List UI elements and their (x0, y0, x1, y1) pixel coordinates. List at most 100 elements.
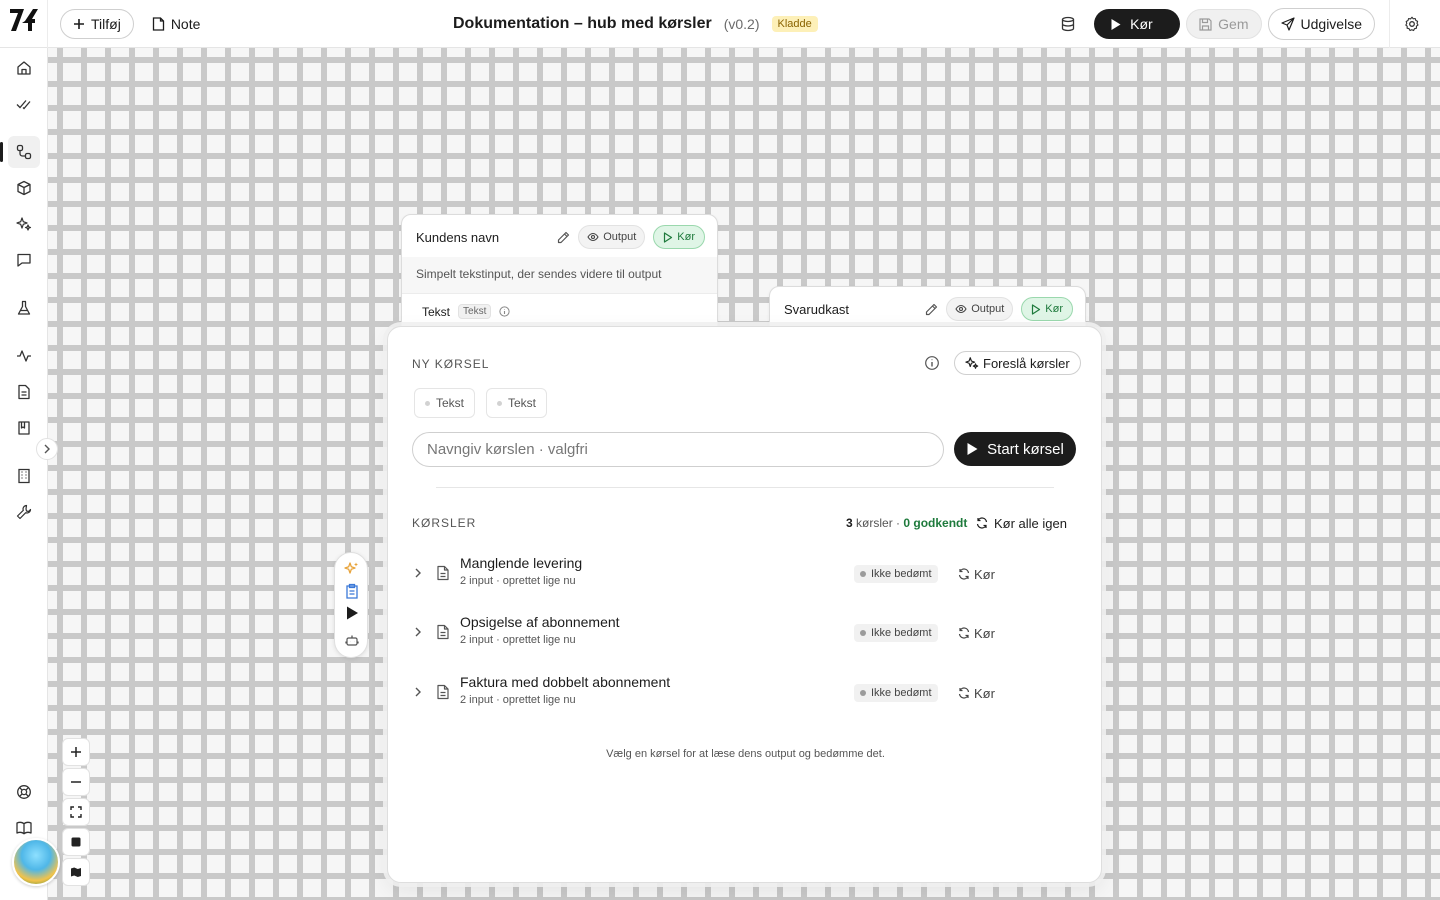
clipboard-icon (346, 583, 358, 599)
building-icon (18, 468, 30, 484)
check-double-icon (16, 100, 31, 110)
node-header: Svarudkast Output Kør (770, 287, 1085, 321)
input-chip-text[interactable]: Tekst (486, 388, 548, 418)
node-output-label: Output (603, 231, 637, 243)
note-button[interactable]: Note (144, 9, 209, 39)
zoom-in-button[interactable] (62, 738, 90, 766)
activity-icon (17, 350, 31, 362)
edit-node-button[interactable] (557, 231, 570, 244)
lock-view-button[interactable] (62, 828, 90, 856)
info-icon[interactable] (924, 355, 940, 371)
rerun-all-label: Kør alle igen (994, 515, 1067, 531)
square-icon (71, 837, 81, 847)
suggest-runs-button[interactable]: Foreslå kørsler (954, 351, 1081, 375)
sparkle-icon (344, 562, 358, 574)
node-header: Kundens navn Output Kør (402, 215, 717, 249)
ai-suggest-tool[interactable] (342, 559, 362, 579)
page-title[interactable]: Dokumentation – hub med kørsler (453, 15, 712, 33)
clipboard-tool[interactable] (342, 581, 362, 601)
sidebar-expand-button[interactable] (36, 438, 58, 460)
sidebar-item-home[interactable] (8, 52, 40, 84)
edit-node-button[interactable] (925, 303, 938, 316)
run-name-input[interactable] (412, 432, 944, 467)
chevron-right-icon[interactable] (414, 686, 422, 698)
lifebuoy-icon (17, 785, 31, 799)
node-run-button[interactable]: Kør (1021, 297, 1073, 321)
eye-icon (587, 232, 599, 242)
robot-tool[interactable] (342, 631, 362, 651)
approved-count: 0 godkendt (903, 516, 968, 530)
plus-icon (71, 747, 81, 757)
play-icon (1032, 303, 1041, 315)
sidebar-item-monitoring[interactable] (8, 340, 40, 372)
node-title: Kundens navn (416, 229, 500, 245)
zoom-out-button[interactable] (62, 768, 90, 796)
runs-summary: 3 kørsler · 0 godkendt (846, 516, 967, 530)
sidebar-item-experiments[interactable] (8, 292, 40, 324)
input-chip-label: Tekst (436, 396, 465, 410)
node-run-button[interactable]: Kør (653, 225, 705, 249)
run-button-label: Kør (1130, 16, 1153, 32)
node-title: Svarudkast (784, 301, 850, 317)
sidebar-item-chat[interactable] (8, 244, 40, 276)
avatar[interactable] (12, 838, 60, 886)
sidebar-item-ai[interactable] (8, 208, 40, 240)
play-icon (664, 231, 673, 243)
sidebar-item-packages[interactable] (8, 172, 40, 204)
sidebar-item-organization[interactable] (8, 460, 40, 492)
input-chip-text[interactable]: Tekst (414, 388, 476, 418)
settings-button[interactable] (1396, 8, 1428, 40)
list-item[interactable]: Manglende levering 2 input · oprettet li… (412, 551, 1078, 601)
chevron-right-icon[interactable] (414, 626, 422, 638)
status-dot (860, 690, 866, 696)
start-run-button[interactable]: Start kørsel (954, 432, 1076, 466)
run-title: Manglende levering (460, 555, 583, 571)
sidebar-item-tasks[interactable] (8, 88, 40, 120)
divider (436, 487, 1054, 488)
open-book-icon (16, 821, 32, 835)
sidebar-item-help[interactable] (8, 776, 40, 808)
runs-count: 3 (846, 516, 853, 530)
rerun-button[interactable]: Kør (958, 682, 995, 704)
node-toolbar (334, 552, 368, 658)
list-item[interactable]: Faktura med dobbelt abonnement 2 input ·… (412, 670, 1078, 720)
save-icon (1199, 17, 1212, 31)
new-run-heading: NY KØRSEL (412, 357, 490, 371)
list-item[interactable]: Opsigelse af abonnement 2 input · oprett… (412, 610, 1078, 660)
publish-button[interactable]: Udgivelse (1267, 8, 1375, 40)
rerun-all-button[interactable]: Kør alle igen (976, 511, 1067, 535)
node-output-button[interactable]: Output (578, 225, 646, 249)
info-icon[interactable] (499, 306, 510, 317)
node-output-button[interactable]: Output (946, 297, 1014, 321)
run-button[interactable]: Kør (1094, 9, 1181, 39)
rerun-label: Kør (974, 625, 995, 641)
logo[interactable] (0, 0, 48, 48)
fit-view-button[interactable] (62, 798, 90, 826)
rerun-button[interactable]: Kør (958, 563, 995, 585)
save-button[interactable]: Gem (1186, 9, 1262, 39)
sidebar-item-documents[interactable] (8, 376, 40, 408)
status-dot (860, 571, 866, 577)
workflow-icon (16, 144, 32, 160)
node-description: Simpelt tekstinput, der sendes videre ti… (402, 257, 717, 294)
minimap-button[interactable] (62, 858, 90, 886)
runs-panel: NY KØRSEL Foreslå kørsler Tekst Tekst St… (387, 326, 1102, 883)
chevron-right-icon[interactable] (414, 567, 422, 579)
status-badge: Kladde (771, 16, 818, 32)
pencil-icon (558, 231, 570, 243)
rerun-button[interactable]: Kør (958, 622, 995, 644)
rerun-label: Kør (974, 685, 995, 701)
send-icon (1280, 17, 1295, 31)
sidebar-item-library[interactable] (8, 412, 40, 444)
sidebar-item-workflows[interactable] (0, 136, 40, 168)
database-button[interactable] (1052, 8, 1084, 40)
run-meta: 2 input · oprettet lige nu (460, 575, 576, 587)
play-tool[interactable] (342, 603, 362, 623)
wrench-icon (16, 504, 32, 520)
runs-heading: KØRSLER (412, 516, 477, 530)
sidebar-item-tools[interactable] (8, 496, 40, 528)
note-button-label: Note (170, 16, 201, 32)
start-run-label: Start kørsel (987, 440, 1064, 458)
add-button[interactable]: Tilføj (60, 9, 134, 39)
field-label: Tekst (422, 304, 451, 319)
